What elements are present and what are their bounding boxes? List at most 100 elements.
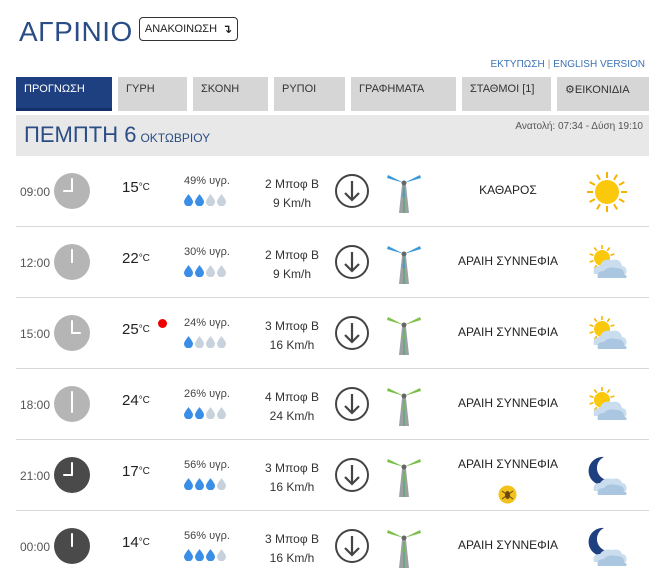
temperature-unit: °C <box>138 324 150 335</box>
weather-condition: ΚΑΘΑΡΟΣ <box>479 183 537 197</box>
announcement-button[interactable]: ΑΝΑΚΟΙΝΩΣΗ ↴ <box>139 17 238 41</box>
humidity-drops <box>184 265 226 277</box>
humidity-text: 56% υγρ. <box>184 530 230 542</box>
partly-cloudy-icon <box>584 240 630 286</box>
clock-icon <box>54 173 90 209</box>
humidity-drop-icon <box>184 549 193 561</box>
wind-speed: 16 Km/h <box>269 338 315 352</box>
clock-icon <box>54 315 90 351</box>
forecast-time: 09:00 <box>20 185 51 199</box>
humidity-drop-icon <box>184 478 193 490</box>
day-title: ΠΕΜΠΤΗ 6 ΟΚΤΩΒΡΙΟΥ <box>24 122 210 148</box>
forecast-row: 15:00 25°C 24% υγρ. 3 Μποφ Β 16 Km/h ΑΡΑΙΗ ΣΥ… <box>16 299 649 369</box>
tab-stations[interactable]: ΣΤΑΘΜΟΙ [1] <box>462 77 551 111</box>
tab-label: ΡΥΠΟΙ <box>282 83 317 95</box>
wind-beaufort: 2 Μποφ Β <box>265 177 319 191</box>
humidity-drops <box>184 478 226 490</box>
svg-text:★: ★ <box>611 531 619 541</box>
tab-charts[interactable]: ΓΡΑΦΗΜΑΤΑ <box>351 77 456 111</box>
weather-condition: ΑΡΑΙΗ ΣΥΝΝΕΦΙΑ <box>457 396 559 410</box>
humidity-drop-icon <box>195 549 204 561</box>
temperature-unit: °C <box>138 253 150 264</box>
wind-info: 2 Μποφ Β 9 Km/h <box>246 175 338 213</box>
link-separator: | <box>547 59 551 70</box>
wind-speed: 24 Km/h <box>269 409 315 423</box>
humidity-drop-icon <box>206 478 215 490</box>
wind-turbine-icon <box>384 171 424 213</box>
arrow-down-icon: ↴ <box>222 22 233 36</box>
temperature: 17°C <box>122 463 150 480</box>
temperature: 15°C <box>122 179 150 196</box>
clock-icon <box>54 244 90 280</box>
temperature: 24°C <box>122 392 150 409</box>
city-title: ΑΓΡΙΝΙΟ <box>19 16 133 47</box>
forecast-row: 21:00 17°C 56% υγρ. 3 Μποφ Β 16 Km/h ΑΡΑΙΗ ΣΥ… <box>16 441 649 511</box>
tab-icons[interactable]: ⚙ΕΙΚΟΝΙΔΙΑ <box>557 77 649 111</box>
wind-turbine-icon <box>384 242 424 284</box>
wind-info: 3 Μποφ Β 16 Km/h <box>246 459 338 497</box>
temperature-value: 24 <box>122 392 139 409</box>
humidity-drops <box>184 194 226 206</box>
temperature-value: 15 <box>122 179 139 196</box>
humidity-drop-icon <box>217 336 226 348</box>
humidity-drop-icon <box>195 407 204 419</box>
forecast-row: 18:00 24°C 26% υγρ. 4 Μποφ Β 24 Km/h ΑΡΑΙΗ ΣΥ… <box>16 370 649 440</box>
humidity-drop-icon <box>217 194 226 206</box>
temperature-unit: °C <box>138 537 150 548</box>
wind-info: 3 Μποφ Β 16 Km/h <box>246 317 338 355</box>
gear-icon: ⚙ <box>565 84 575 96</box>
english-version-link[interactable]: ENGLISH VERSION <box>553 59 645 70</box>
clock-icon <box>54 457 90 493</box>
page-header: ΑΓΡΙΝΙΟ ΑΝΑΚΟΙΝΩΣΗ ↴ ΕΚΤΥΠΩΣΗ | ENGLISH VE… <box>0 0 659 76</box>
temperature-value: 25 <box>122 321 139 338</box>
humidity-drop-icon <box>206 549 215 561</box>
humidity-drop-icon <box>217 407 226 419</box>
tab-dust[interactable]: ΣΚΟΝΗ <box>193 77 268 111</box>
tab-pollen[interactable]: ΓΥΡΗ <box>118 77 187 111</box>
tab-pollutants[interactable]: ΡΥΠΟΙ <box>274 77 345 111</box>
wind-beaufort: 2 Μποφ Β <box>265 248 319 262</box>
tab-label: ΓΡΑΦΗΜΑΤΑ <box>359 83 425 95</box>
wind-turbine-icon <box>384 313 424 355</box>
humidity-text: 30% υγρ. <box>184 246 230 258</box>
temperature: 22°C <box>122 250 150 267</box>
humidity-drop-icon <box>217 478 226 490</box>
partly-cloudy-icon <box>584 382 630 428</box>
wind-speed: 9 Km/h <box>272 267 311 281</box>
tab-forecast[interactable]: ΠΡΟΓΝΩΣΗ <box>16 77 112 111</box>
announcement-label: ΑΝΑΚΟΙΝΩΣΗ <box>144 23 218 35</box>
temperature: 25°C <box>122 321 150 338</box>
forecast-row: 09:00 15°C 49% υγρ. 2 Μποφ Β 9 Km/h ΚΑΘΑΡΟΣ <box>16 157 649 227</box>
forecast-time: 12:00 <box>20 256 51 270</box>
wind-info: 2 Μποφ Β 9 Km/h <box>246 246 338 284</box>
clock-icon <box>54 528 90 564</box>
forecast-time: 18:00 <box>20 398 51 412</box>
weather-condition: ΑΡΑΙΗ ΣΥΝΝΕΦΙΑ <box>457 538 559 552</box>
sun-icon <box>584 169 630 215</box>
wind-turbine-icon <box>384 455 424 497</box>
wind-direction-arrow-icon <box>334 244 370 280</box>
sunrise-sunset: Ανατολή: 07:34 - Δύση 19:10 <box>515 121 643 132</box>
tab-label: ΕΙΚΟΝΙΔΙΑ <box>574 84 630 96</box>
humidity-drop-icon <box>184 407 193 419</box>
wind-beaufort: 3 Μποφ Β <box>265 461 319 475</box>
wind-beaufort: 3 Μποφ Β <box>265 532 319 546</box>
wind-turbine-icon <box>384 384 424 426</box>
temperature-value: 22 <box>122 250 139 267</box>
humidity-drop-icon <box>206 265 215 277</box>
humidity-drop-icon <box>195 478 204 490</box>
wind-speed: 16 Km/h <box>269 551 315 565</box>
wind-beaufort: 4 Μποφ Β <box>265 390 319 404</box>
temperature-unit: °C <box>138 395 150 406</box>
temperature-value: 17 <box>122 463 139 480</box>
partly-cloudy-icon <box>584 311 630 357</box>
print-link[interactable]: ΕΚΤΥΠΩΣΗ <box>490 59 544 70</box>
tab-label: ΣΤΑΘΜΟΙ [1] <box>470 83 535 95</box>
forecast-time: 15:00 <box>20 327 51 341</box>
header-links: ΕΚΤΥΠΩΣΗ | ENGLISH VERSION <box>490 59 645 70</box>
humidity-drop-icon <box>184 265 193 277</box>
forecast-row: 00:00 14°C 56% υγρ. 3 Μποφ Β 16 Km/h ΑΡΑΙΗ ΣΥ… <box>16 512 649 579</box>
tab-label: ΠΡΟΓΝΩΣΗ <box>24 83 85 95</box>
temperature-unit: °C <box>138 466 150 477</box>
weather-condition: ΑΡΑΙΗ ΣΥΝΝΕΦΙΑ <box>457 254 559 268</box>
